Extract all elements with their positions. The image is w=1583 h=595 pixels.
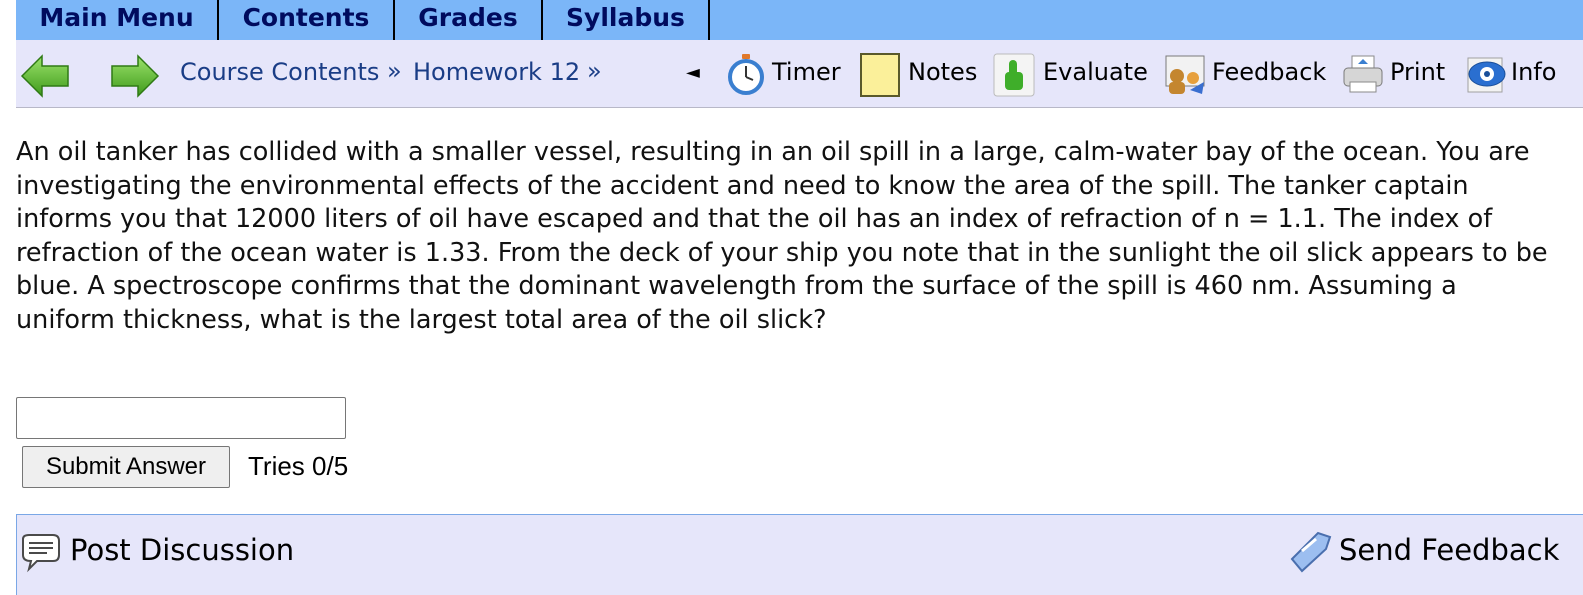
breadcrumb-separator: » xyxy=(387,57,402,85)
info-label: Info xyxy=(1511,58,1557,86)
breadcrumb-course-contents[interactable]: Course Contents xyxy=(180,58,379,86)
print-button[interactable]: Print xyxy=(1341,52,1451,98)
stopwatch-icon xyxy=(724,52,768,96)
info-icon xyxy=(1465,52,1509,96)
tab-contents[interactable]: Contents xyxy=(219,0,395,40)
printer-icon xyxy=(1341,52,1385,96)
submit-answer-button[interactable]: Submit Answer xyxy=(22,446,230,488)
send-feedback-label: Send Feedback xyxy=(1339,533,1560,567)
toolbar: Course Contents » Homework 12 » ◄ Timer … xyxy=(16,40,1583,108)
notes-button[interactable]: Notes xyxy=(859,52,989,98)
collapse-toggle-icon[interactable]: ◄ xyxy=(686,62,700,83)
evaluate-button[interactable]: Evaluate xyxy=(993,52,1153,98)
feedback-button[interactable]: Feedback xyxy=(1162,52,1332,98)
post-discussion-label: Post Discussion xyxy=(70,533,295,567)
discussion-bar: Post Discussion Send Feedback xyxy=(16,514,1583,595)
feedback-icon xyxy=(1162,52,1206,96)
tries-counter: Tries 0/5 xyxy=(248,451,349,481)
send-feedback-icon xyxy=(1288,529,1334,575)
evaluate-label: Evaluate xyxy=(1043,58,1148,86)
post-discussion-link[interactable]: Post Discussion xyxy=(19,529,299,573)
notes-label: Notes xyxy=(908,58,978,86)
info-button[interactable]: Info xyxy=(1465,52,1575,98)
timer-label: Timer xyxy=(772,58,841,86)
feedback-label: Feedback xyxy=(1212,58,1327,86)
discussion-bubble-icon xyxy=(19,531,63,575)
note-icon xyxy=(859,52,903,97)
breadcrumb-homework-12[interactable]: Homework 12 xyxy=(413,58,580,86)
print-label: Print xyxy=(1390,58,1446,86)
thumbs-up-icon xyxy=(993,52,1037,97)
tab-grades[interactable]: Grades xyxy=(395,0,543,40)
tab-main-menu[interactable]: Main Menu xyxy=(16,0,219,40)
forward-arrow-icon[interactable] xyxy=(110,54,160,98)
send-feedback-link[interactable]: Send Feedback xyxy=(1288,529,1578,573)
tab-syllabus[interactable]: Syllabus xyxy=(543,0,710,40)
answer-input[interactable] xyxy=(16,397,346,439)
back-arrow-icon[interactable] xyxy=(20,54,70,98)
breadcrumb-separator: » xyxy=(587,57,602,85)
timer-button[interactable]: Timer xyxy=(724,52,854,98)
problem-text: An oil tanker has collided with a smalle… xyxy=(16,137,1548,335)
main-menu-bar: Main Menu Contents Grades Syllabus xyxy=(16,0,1583,40)
